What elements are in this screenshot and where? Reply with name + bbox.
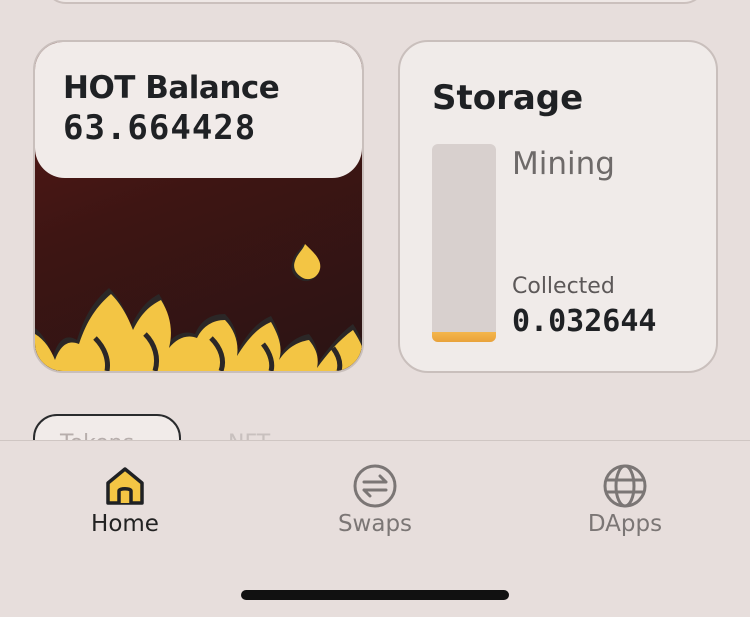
collected-value: 0.032644	[512, 304, 657, 339]
nav-home-label: Home	[91, 511, 159, 537]
collected-label: Collected	[512, 274, 615, 299]
swap-icon	[353, 464, 397, 508]
nav-home[interactable]: Home	[45, 463, 205, 537]
nav-dapps[interactable]: DApps	[545, 463, 705, 537]
home-icon	[106, 467, 144, 505]
nav-swaps[interactable]: Swaps	[295, 463, 455, 537]
hot-card-header: HOT Balance 63.664428	[35, 42, 362, 178]
storage-progress-bar	[432, 144, 496, 342]
hot-balance-title: HOT Balance	[63, 70, 280, 106]
storage-title: Storage	[432, 78, 584, 118]
nav-swaps-label: Swaps	[337, 511, 413, 537]
storage-progress-fill	[432, 332, 496, 342]
storage-card[interactable]: Storage Mining Collected 0.032644	[398, 40, 718, 373]
small-flame-icon	[291, 244, 321, 282]
home-indicator	[241, 590, 509, 600]
nav-dapps-label: DApps	[587, 511, 663, 537]
mining-status: Mining	[512, 146, 615, 182]
globe-icon	[603, 464, 647, 508]
hot-balance-value: 63.664428	[63, 108, 257, 148]
previous-card-edge	[44, 0, 706, 4]
hot-balance-card[interactable]: HOT Balance 63.664428	[33, 40, 364, 373]
